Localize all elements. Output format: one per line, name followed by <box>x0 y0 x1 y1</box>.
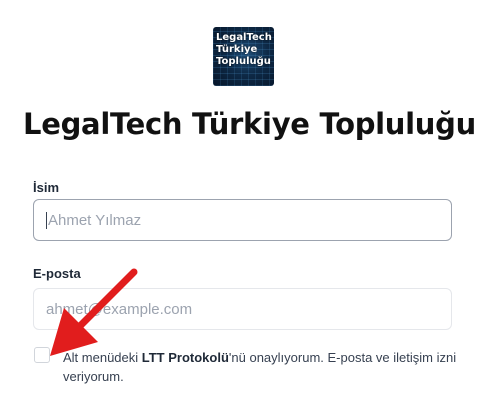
logo-text-line: LegalTech <box>216 32 272 43</box>
email-placeholder: ahmet@example.com <box>46 300 193 318</box>
consent-protocol-link: LTT Protokolü <box>141 350 229 365</box>
name-placeholder: Ahmet Yılmaz <box>48 211 142 229</box>
logo-text-line: Türkiye <box>216 44 258 55</box>
consent-text: Alt menüdeki LTT Protokolü'nü onaylıyoru… <box>63 348 463 386</box>
page-title: LegalTech Türkiye Topluluğu <box>23 107 476 141</box>
name-label: İsim <box>33 180 60 195</box>
email-input[interactable]: ahmet@example.com <box>33 288 452 330</box>
community-logo: LegalTech Türkiye Topluluğu <box>213 27 274 86</box>
consent-checkbox[interactable] <box>34 347 50 363</box>
consent-text-prefix: Alt menüdeki <box>63 350 142 365</box>
text-caret <box>46 211 47 229</box>
email-label: E-posta <box>33 266 81 281</box>
logo-text-line: Topluluğu <box>216 56 271 67</box>
name-input[interactable]: Ahmet Yılmaz <box>33 199 452 241</box>
